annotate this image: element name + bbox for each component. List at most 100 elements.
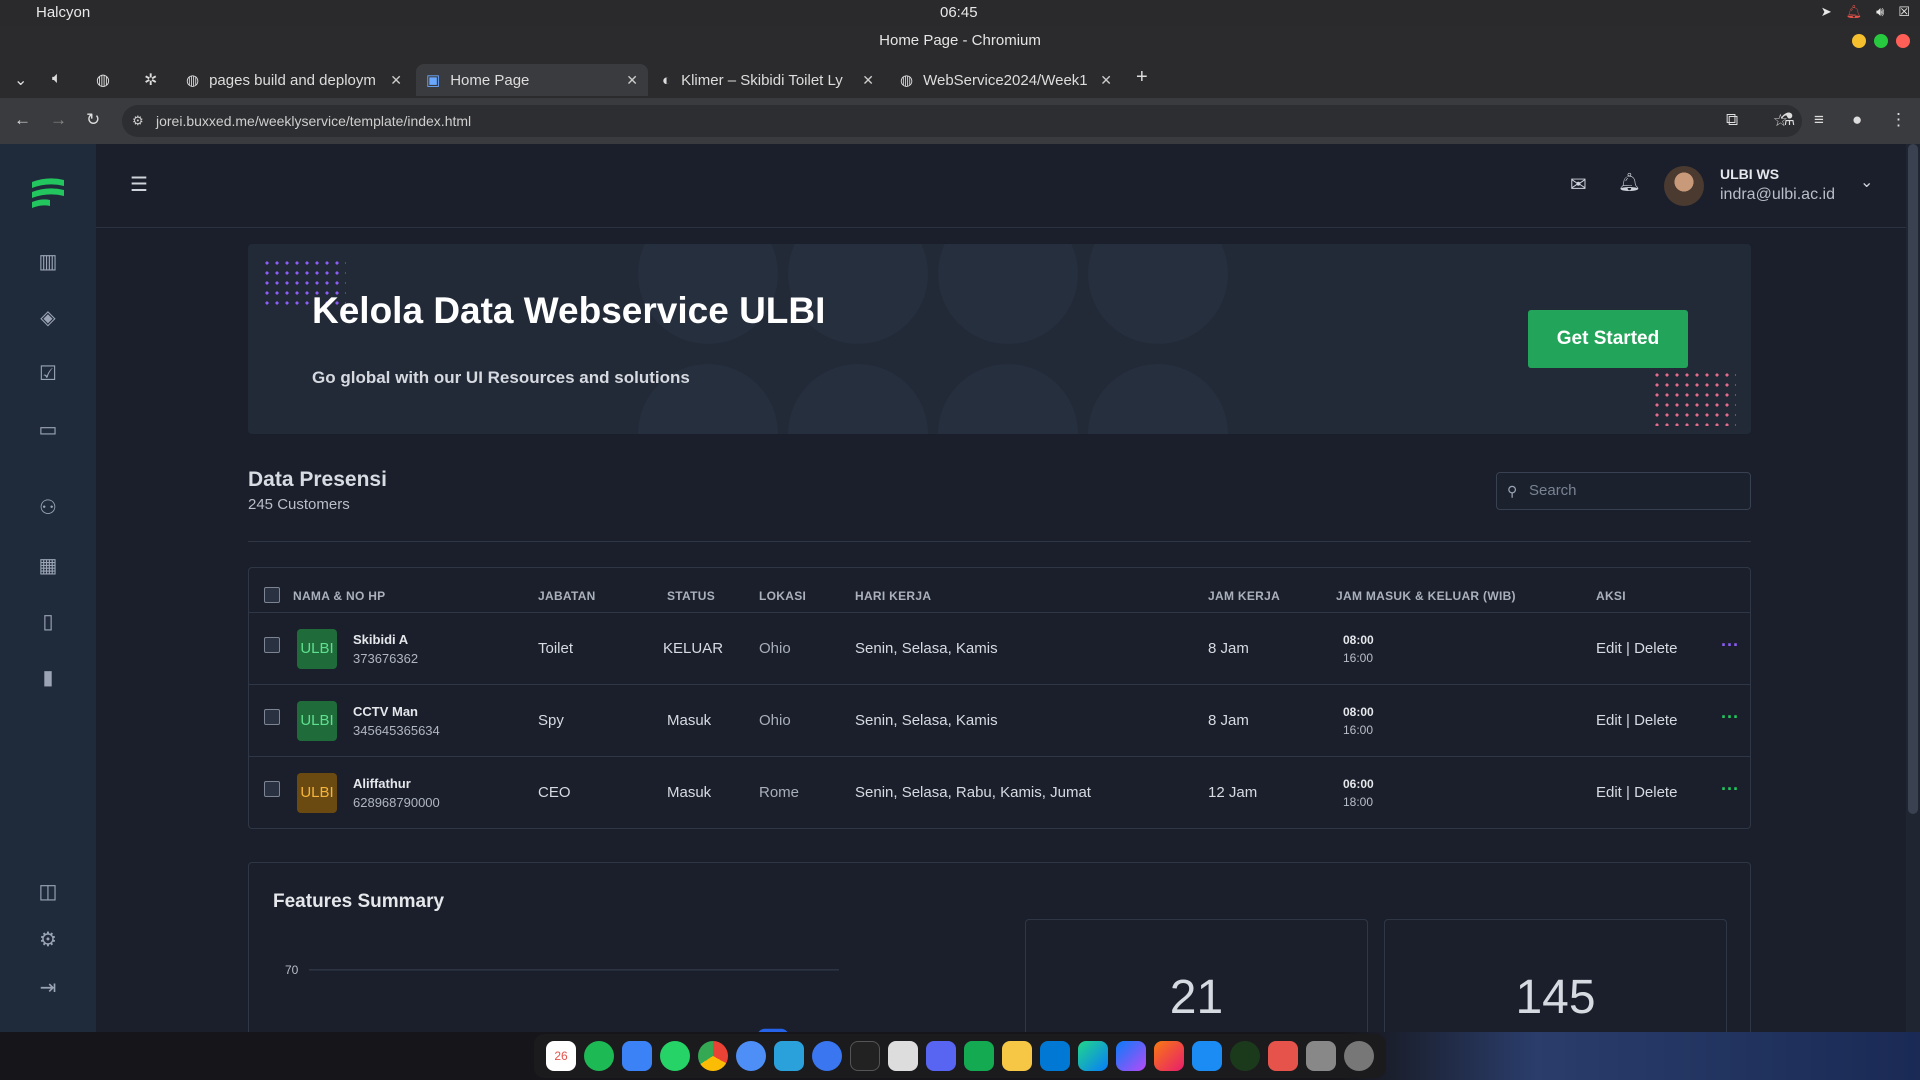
tab-list-chevron-icon[interactable]: ⌄ (14, 70, 27, 90)
whatsapp-app-icon[interactable] (660, 1041, 690, 1071)
media-icon[interactable]: ≡ (1814, 110, 1824, 130)
row-checkbox[interactable] (264, 709, 280, 725)
volume-icon[interactable]: 🔊︎ (1876, 4, 1884, 20)
app-store-icon[interactable] (1192, 1041, 1222, 1071)
scrollbar-thumb[interactable] (1908, 144, 1918, 814)
calendar-icon[interactable]: ▦ (36, 554, 60, 578)
new-tab-icon[interactable]: + (1136, 66, 1148, 89)
site-info-icon[interactable]: ⚙ (132, 105, 144, 137)
camera-app-icon[interactable] (1268, 1041, 1298, 1071)
close-tab-icon[interactable]: ✕ (390, 72, 402, 89)
close-button[interactable] (1896, 34, 1910, 48)
clock[interactable]: 06:45 (940, 4, 978, 21)
labs-icon[interactable]: ⚗ (1780, 110, 1795, 130)
tab-webservice[interactable]: ◍ WebService2024/Week1 ✕ (890, 64, 1122, 96)
radar-app-icon[interactable] (1230, 1041, 1260, 1071)
menu-icon[interactable]: ⋮ (1890, 110, 1907, 130)
col-header-status[interactable]: STATUS (667, 589, 715, 603)
close-tab-icon[interactable]: ✕ (1100, 72, 1112, 89)
notes-app-icon[interactable] (1002, 1041, 1032, 1071)
file-icon[interactable]: ▯ (36, 610, 60, 634)
row-name: CCTV Man (353, 704, 418, 719)
forward-icon[interactable]: → (50, 110, 67, 130)
edit-delete-links[interactable]: Edit | Delete (1596, 712, 1677, 729)
settings-app-icon[interactable] (1344, 1041, 1374, 1071)
telegram-app-icon[interactable] (774, 1041, 804, 1071)
vscode-app-icon[interactable] (1040, 1041, 1070, 1071)
chrome-app-icon[interactable] (698, 1041, 728, 1071)
app-icon[interactable] (888, 1041, 918, 1071)
dashboard-chart-icon[interactable]: ▥ (36, 250, 60, 274)
select-all-checkbox[interactable] (264, 587, 280, 603)
bar-chart-icon[interactable]: ▮ (36, 666, 60, 690)
back-icon[interactable]: ← (14, 110, 31, 130)
brand-logo[interactable] (30, 174, 66, 210)
spotify-app-icon[interactable] (584, 1041, 614, 1071)
close-tab-icon[interactable]: ✕ (626, 72, 638, 89)
col-header-nama[interactable]: NAMA & NO HP (293, 589, 386, 603)
profile-icon[interactable]: ● (1852, 110, 1862, 130)
jam-masuk: 08:00 (1343, 705, 1374, 719)
col-header-hari[interactable]: HARI KERJA (855, 589, 931, 603)
edit-delete-links[interactable]: Edit | Delete (1596, 640, 1677, 657)
reload-icon[interactable]: ↻ (86, 110, 100, 130)
close-icon[interactable]: ☒ (1898, 4, 1910, 20)
hamburger-menu-icon[interactable]: ☰ (130, 172, 148, 197)
mongodb-app-icon[interactable] (964, 1041, 994, 1071)
search-input[interactable]: ⚲ Search (1496, 472, 1751, 510)
get-started-button[interactable]: Get Started (1528, 310, 1688, 368)
bell-icon[interactable]: 🔔︎ (1618, 172, 1641, 193)
trash-icon[interactable] (1306, 1041, 1336, 1071)
more-options-icon[interactable]: ··· (1721, 707, 1739, 728)
github-icon: ◍ (186, 72, 200, 89)
table-row: ULBI Aliffathur 628968790000 CEO Masuk R… (249, 756, 1750, 828)
folder-icon[interactable]: ▭ (36, 418, 60, 442)
telegram-icon[interactable]: ➤ (1821, 4, 1832, 20)
page-scrollbar[interactable] (1906, 144, 1920, 1032)
more-options-icon[interactable]: ··· (1721, 635, 1739, 656)
logout-icon[interactable]: ⇥ (36, 976, 60, 1000)
col-header-aksi[interactable]: AKSI (1596, 589, 1626, 603)
row-checkbox[interactable] (264, 781, 280, 797)
users-icon[interactable]: ⚇ (36, 496, 60, 520)
col-header-lokasi[interactable]: LOKASI (759, 589, 806, 603)
discord-app-icon[interactable] (926, 1041, 956, 1071)
tab-pages-build[interactable]: ◍ pages build and deploym ✕ (176, 64, 412, 96)
col-header-masuk-keluar[interactable]: JAM MASUK & KELUAR (WIB) (1336, 589, 1516, 603)
url-input[interactable]: ⚙ jorei.buxxed.me/weeklyservice/template… (122, 105, 1802, 137)
chatgpt-icon[interactable]: ✲ (144, 70, 157, 90)
extensions-icon[interactable]: ⧉ (1726, 110, 1738, 130)
more-options-icon[interactable]: ··· (1721, 779, 1739, 800)
edit-delete-links[interactable]: Edit | Delete (1596, 784, 1677, 801)
layers-icon[interactable]: ◈ (36, 306, 60, 330)
calendar-app-icon[interactable]: 26 (546, 1041, 576, 1071)
goland-app-icon[interactable] (1116, 1041, 1146, 1071)
col-header-jam[interactable]: JAM KERJA (1208, 589, 1280, 603)
row-checkbox[interactable] (264, 637, 280, 653)
github-icon[interactable]: ◍ (96, 70, 110, 90)
notification-icon[interactable]: 🔔︎ (1846, 4, 1863, 20)
checkbox-icon[interactable]: ☑ (36, 362, 60, 386)
col-header-jabatan[interactable]: JABATAN (538, 589, 596, 603)
rustrover-app-icon[interactable] (1154, 1041, 1184, 1071)
chromium-app-icon[interactable] (736, 1041, 766, 1071)
tab-home-page[interactable]: ▣ Home Page ✕ (416, 64, 648, 96)
minimize-button[interactable] (1852, 34, 1866, 48)
app-name[interactable]: Halcyon (36, 4, 90, 21)
speaker-icon[interactable]: 🔈︎ (52, 70, 62, 88)
jam-masuk: 08:00 (1343, 633, 1374, 647)
close-tab-icon[interactable]: ✕ (862, 72, 874, 89)
clion-app-icon[interactable] (1078, 1041, 1108, 1071)
maximize-button[interactable] (1874, 34, 1888, 48)
chevron-down-icon[interactable]: ⌄ (1860, 172, 1873, 192)
row-jam: 12 Jam (1208, 784, 1258, 801)
tab-klimer[interactable]: ◐ Klimer – Skibidi Toilet Ly ✕ (652, 64, 884, 96)
presensi-table: NAMA & NO HP JABATAN STATUS LOKASI HARI … (248, 567, 1751, 829)
avatar[interactable] (1664, 166, 1704, 206)
settings-gear-icon[interactable]: ⚙ (36, 928, 60, 952)
signal-app-icon[interactable] (812, 1041, 842, 1071)
terminal-app-icon[interactable] (850, 1041, 880, 1071)
finder-app-icon[interactable] (622, 1041, 652, 1071)
contact-icon[interactable]: ◫ (36, 880, 60, 904)
mail-icon[interactable]: ✉ (1570, 172, 1587, 197)
